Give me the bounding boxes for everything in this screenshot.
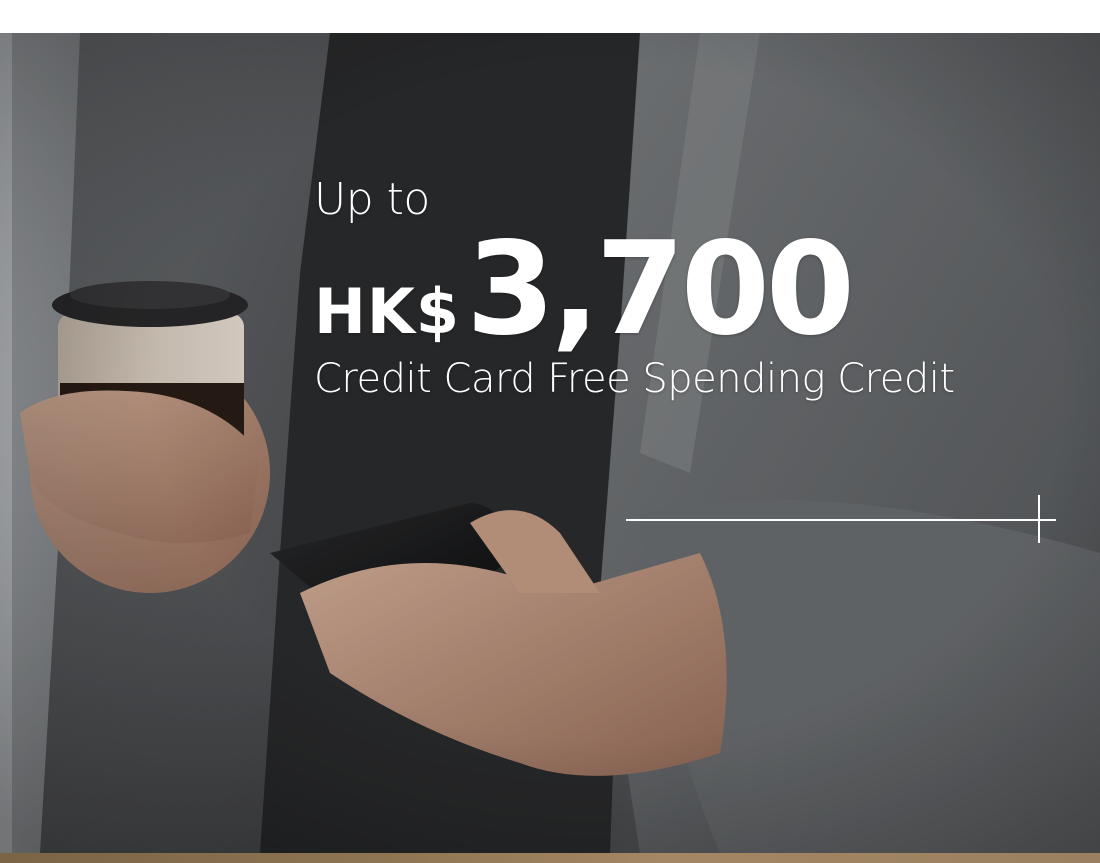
bottom-accent-strip: [0, 853, 1100, 863]
hero-background-image: [0, 33, 1100, 853]
top-margin: [0, 0, 1100, 33]
amount-row: HK$ 3,700: [314, 215, 955, 364]
promo-banner[interactable]: Up to HK$ 3,700 Credit Card Free Spendin…: [0, 33, 1100, 853]
currency-label: HK$: [314, 275, 461, 348]
amount-value: 3,700: [466, 215, 855, 364]
headline-credit-description: Credit Card Free Spending Credit: [314, 356, 955, 402]
promo-headline: Up to HK$ 3,700 Credit Card Free Spendin…: [314, 176, 955, 403]
decorative-cross-tick: [1038, 495, 1040, 543]
decorative-line: [626, 519, 1056, 521]
